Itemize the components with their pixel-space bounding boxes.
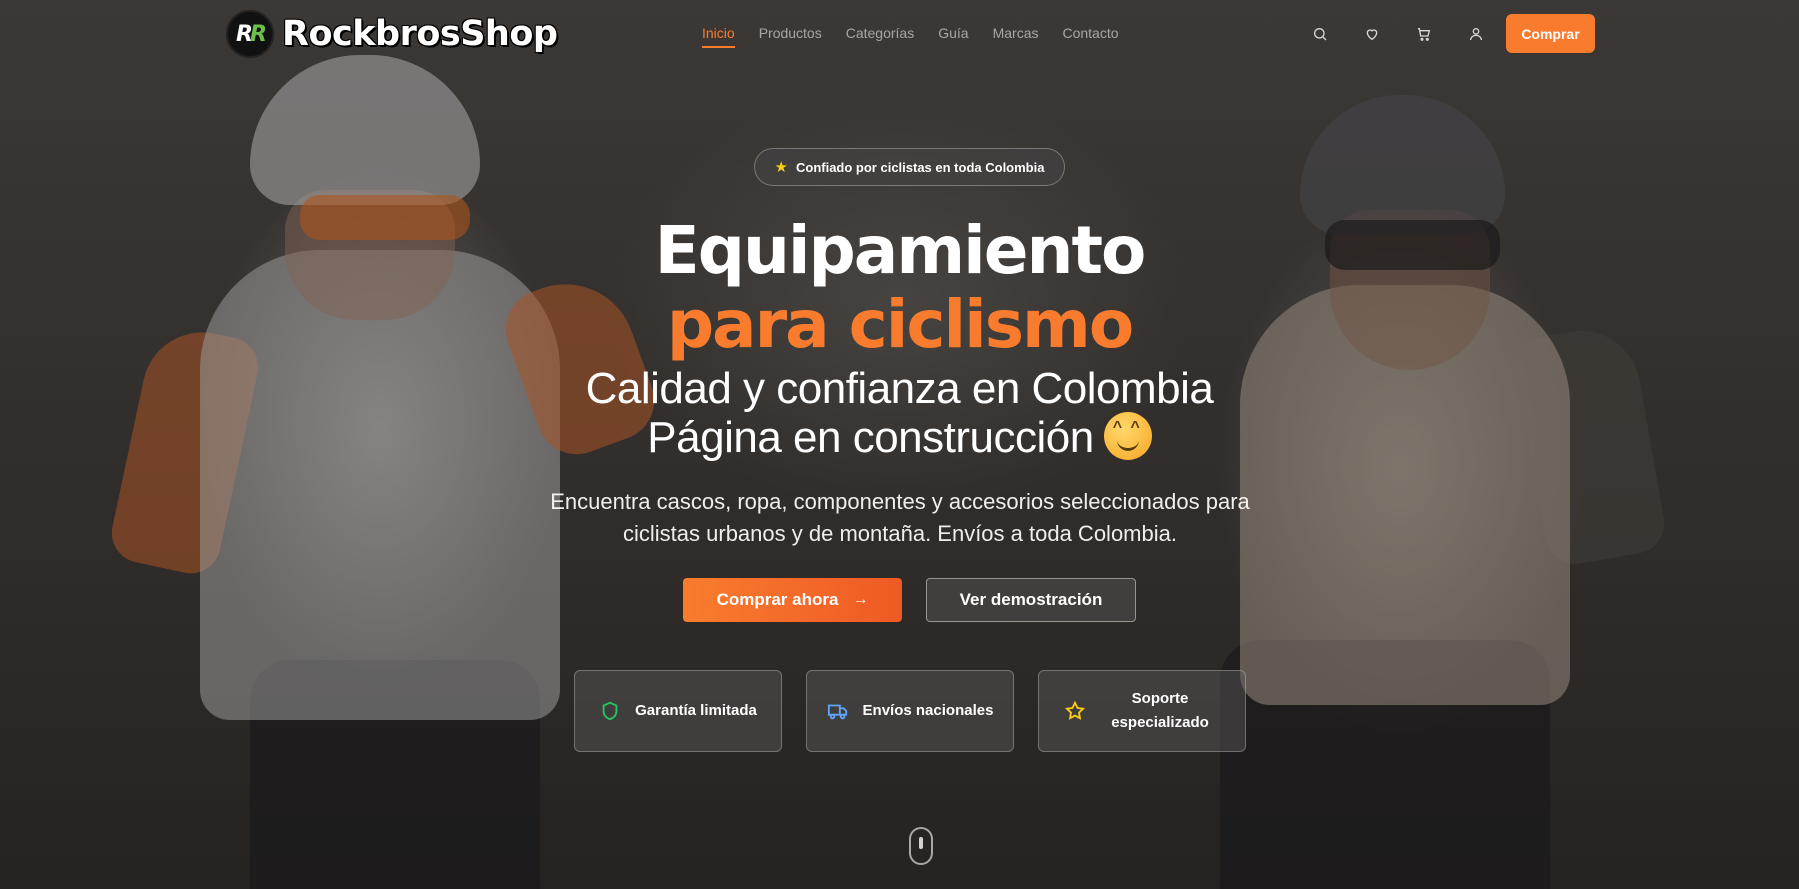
hero-subtitle-line1: Calidad y confianza en Colombia	[585, 364, 1214, 413]
shop-now-button[interactable]: Comprar ahora →	[683, 578, 902, 622]
logo-mark-icon: RR	[226, 10, 274, 58]
nav-link-marcas[interactable]: Marcas	[993, 22, 1039, 44]
trust-badge-text: Confiado por ciclistas en toda Colombia	[795, 159, 1045, 175]
nav-icons	[1308, 22, 1516, 46]
view-demo-button[interactable]: Ver demostración	[926, 578, 1136, 622]
trust-badge: ★ Confiado por ciclistas en toda Colombi…	[754, 148, 1065, 186]
truck-icon	[827, 704, 847, 720]
star-icon: ★	[774, 159, 788, 176]
nav-link-categorias[interactable]: Categorías	[846, 22, 914, 44]
feature-card-shipping: Envíos nacionales	[806, 670, 1014, 752]
navbar: RR RockbrosShop Inicio Productos Categor…	[0, 0, 1799, 68]
feature-label-shipping: Envíos nacionales	[862, 702, 994, 719]
hero-subtitle-line2-text: Página en construcción	[647, 413, 1094, 462]
shield-icon	[602, 701, 618, 721]
nav-link-guia[interactable]: Guía	[938, 22, 968, 44]
user-icon[interactable]	[1464, 22, 1488, 46]
heart-icon[interactable]	[1360, 22, 1384, 46]
hero-subtitle-line2: Página en construcción	[0, 412, 1799, 463]
nav-link-contacto[interactable]: Contacto	[1062, 22, 1118, 44]
scroll-indicator-icon[interactable]	[909, 827, 933, 865]
nav-link-productos[interactable]: Productos	[759, 22, 822, 44]
hero-description: Encuentra cascos, ropa, componentes y ac…	[550, 489, 1250, 546]
feature-label-warranty: Garantía limitada	[635, 702, 757, 719]
shop-now-label: Comprar ahora	[716, 590, 839, 609]
buy-button[interactable]: Comprar	[1506, 14, 1595, 53]
feature-card-warranty: Garantía limitada	[574, 670, 782, 752]
hero-title-line1: Equipamiento	[654, 212, 1147, 289]
search-icon[interactable]	[1308, 22, 1332, 46]
nav-link-inicio[interactable]: Inicio	[702, 22, 735, 48]
feature-label-support: Soporte especializado	[1111, 690, 1209, 731]
logo[interactable]: RR RockbrosShop	[226, 10, 558, 58]
main-nav: Inicio Productos Categorías Guía Marcas …	[702, 22, 1143, 48]
feature-card-support: Soporte especializado	[1038, 670, 1246, 752]
logo-text: RockbrosShop	[282, 14, 558, 54]
smiling-face-emoji	[1103, 412, 1152, 460]
cart-icon[interactable]	[1412, 22, 1436, 46]
star-icon	[1064, 700, 1086, 720]
hero-title-line2: para ciclismo	[666, 286, 1134, 363]
arrow-right-icon: →	[852, 591, 869, 608]
